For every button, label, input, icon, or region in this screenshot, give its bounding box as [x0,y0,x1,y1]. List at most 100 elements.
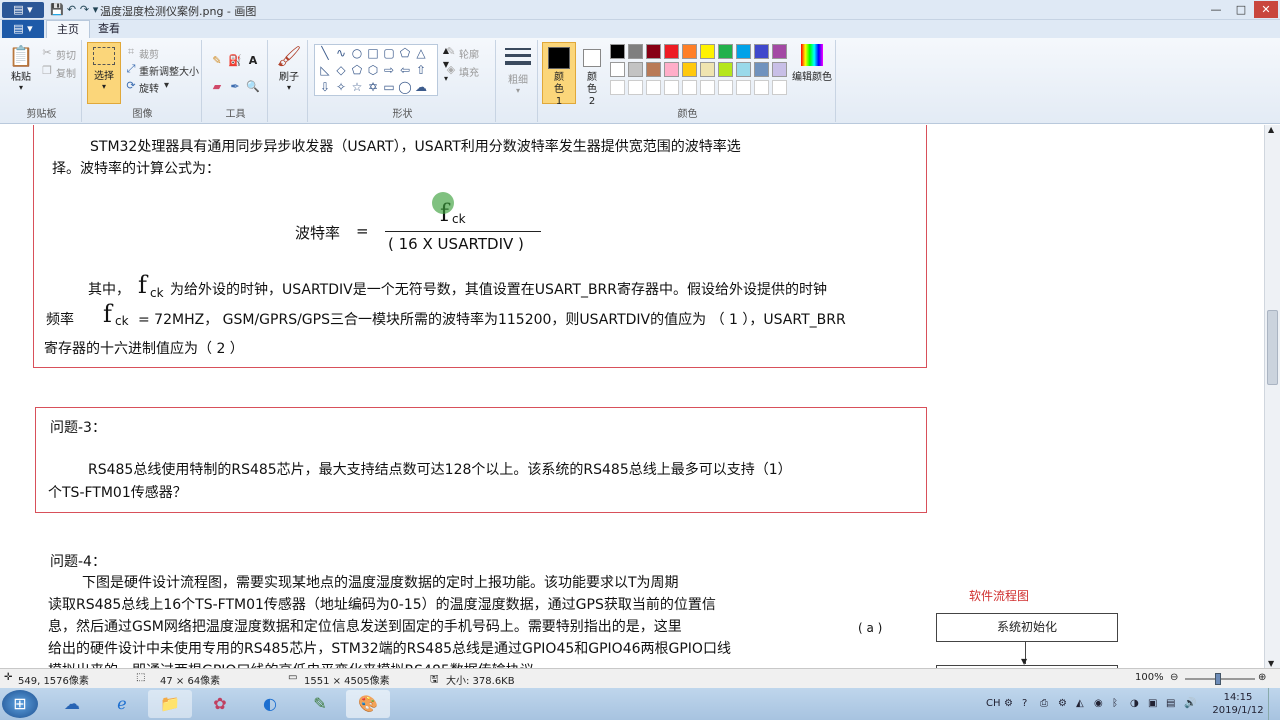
palette-swatch[interactable] [682,62,697,77]
file-explorer-icon[interactable]: 📁 [148,690,192,718]
custom-color-slot[interactable] [610,80,625,95]
eraser-icon[interactable]: ▰ [210,80,224,94]
tray-icon-3[interactable]: ⎙ [1040,698,1048,709]
brushes-button[interactable]: 🖌 刷子 ▾ [273,44,305,100]
app-icon[interactable]: ✿ [198,690,242,718]
cut-button[interactable]: 剪切 [56,47,76,62]
internet-explorer-icon[interactable]: ℯ [100,690,144,718]
copy-button[interactable]: 复制 [56,65,76,80]
resize-button[interactable]: 重新调整大小 [139,63,199,78]
zoom-in-icon[interactable]: ⊕ [1258,672,1266,683]
start-button-icon[interactable]: ⊞ [2,690,38,718]
scroll-down-icon[interactable]: ▼ [1268,659,1274,668]
rotate-dropdown-icon[interactable]: ▾ [164,80,169,91]
oval-shape-icon[interactable]: ○ [349,45,365,61]
zoom-out-icon[interactable]: ⊖ [1170,672,1178,683]
palette-swatch[interactable] [754,44,769,59]
color1-button[interactable]: 颜色 1 [542,42,576,107]
file-menu-icon[interactable]: ▤ ▾ [2,20,44,38]
edge-browser-icon[interactable]: ◐ [248,690,292,718]
palette-swatch[interactable] [772,44,787,59]
scroll-thumb[interactable] [1267,310,1278,385]
palette-swatch[interactable] [628,44,643,59]
oval-callout-shape-icon[interactable]: ◯ [397,79,413,95]
undo-icon[interactable]: ↶ [65,3,78,16]
palette-swatch[interactable] [700,62,715,77]
left-arrow-shape-icon[interactable]: ⇦ [397,62,413,78]
magnifier-icon[interactable]: 🔍 [246,80,260,94]
tray-icon-2[interactable]: ? [1022,698,1027,709]
scroll-up-icon[interactable]: ▲ [1268,125,1274,134]
save-icon[interactable]: 💾 [50,3,64,16]
palette-swatch[interactable] [736,44,751,59]
custom-color-slot[interactable] [646,80,661,95]
tab-home[interactable]: 主页 [46,20,90,38]
maximize-button[interactable]: □ [1229,1,1253,18]
four-point-star-shape-icon[interactable]: ✧ [333,79,349,95]
palette-swatch[interactable] [646,44,661,59]
tool-app-icon[interactable]: ✎ [298,690,342,718]
color-picker-icon[interactable]: ✒ [228,80,242,94]
tab-view[interactable]: 查看 [88,20,130,38]
six-point-star-shape-icon[interactable]: ✡ [365,79,381,95]
palette-swatch[interactable] [736,62,751,77]
custom-color-slot[interactable] [682,80,697,95]
custom-color-slot[interactable] [772,80,787,95]
pencil-icon[interactable]: ✎ [210,54,224,68]
polygon-shape-icon[interactable]: ⬠ [397,45,413,61]
palette-swatch[interactable] [682,44,697,59]
tray-icon-5[interactable]: ◭ [1076,698,1084,709]
custom-color-slot[interactable] [700,80,715,95]
triangle-shape-icon[interactable]: △ [413,45,429,61]
paint-taskbar-icon[interactable]: 🎨 [346,690,390,718]
vertical-scrollbar[interactable]: ▲ ▼ [1264,125,1280,668]
palette-swatch[interactable] [772,62,787,77]
palette-swatch[interactable] [718,44,733,59]
curve-shape-icon[interactable]: ∿ [333,45,349,61]
diamond-shape-icon[interactable]: ◇ [333,62,349,78]
volume-icon[interactable]: 🔊 [1184,698,1196,709]
paste-button[interactable]: 📋 粘贴 ▾ [6,44,36,104]
rounded-rectangle-shape-icon[interactable]: ▢ [381,45,397,61]
palette-swatch[interactable] [664,44,679,59]
palette-swatch[interactable] [646,62,661,77]
palette-swatch[interactable] [664,62,679,77]
palette-swatch[interactable] [628,62,643,77]
callout-shape-icon[interactable]: ▭ [381,79,397,95]
up-arrow-shape-icon[interactable]: ⇧ [413,62,429,78]
right-arrow-shape-icon[interactable]: ⇨ [381,62,397,78]
app-menu-button[interactable]: ▤ ▾ [2,2,44,18]
minimize-button[interactable]: — [1204,1,1228,18]
zoom-slider-thumb[interactable] [1215,673,1221,685]
line-shape-icon[interactable]: ╲ [317,45,333,61]
fill-bucket-icon[interactable]: ⛽ [228,54,242,68]
custom-color-slot[interactable] [736,80,751,95]
five-point-star-shape-icon[interactable]: ☆ [349,79,365,95]
custom-color-slot[interactable] [664,80,679,95]
text-tool-icon[interactable]: A [246,54,260,68]
baidu-netdisk-icon[interactable]: ☁ [50,690,94,718]
hexagon-shape-icon[interactable]: ⬡ [365,62,381,78]
drawing-canvas[interactable]: STM32处理器具有通用同步异步收发器（USART），USART利用分数波特率发… [0,125,1264,668]
rotate-button[interactable]: 旋转 [139,80,159,95]
select-button[interactable]: 选择 ▾ [87,42,121,104]
color2-button[interactable]: 颜色 2 [578,42,606,107]
palette-swatch[interactable] [610,62,625,77]
close-button[interactable]: ✕ [1254,1,1278,18]
tray-icon-1[interactable]: ⚙ [1004,698,1013,709]
crop-button[interactable]: 裁剪 [139,46,159,61]
show-desktop-button[interactable] [1268,688,1280,720]
pentagon-shape-icon[interactable]: ⬠ [349,62,365,78]
ime-indicator[interactable]: CH [986,698,1001,709]
down-arrow-shape-icon[interactable]: ⇩ [317,79,333,95]
size-button[interactable]: 粗细 ▾ [502,44,534,100]
network-icon[interactable]: ▤ [1166,698,1175,709]
palette-swatch[interactable] [718,62,733,77]
clock[interactable]: 14:15 2019/1/12 [1212,691,1264,717]
palette-swatch[interactable] [754,62,769,77]
palette-swatch[interactable] [610,44,625,59]
rectangle-shape-icon[interactable]: □ [365,45,381,61]
custom-color-slot[interactable] [628,80,643,95]
edit-colors-button[interactable]: 编辑颜色 [790,44,834,100]
custom-color-slot[interactable] [754,80,769,95]
